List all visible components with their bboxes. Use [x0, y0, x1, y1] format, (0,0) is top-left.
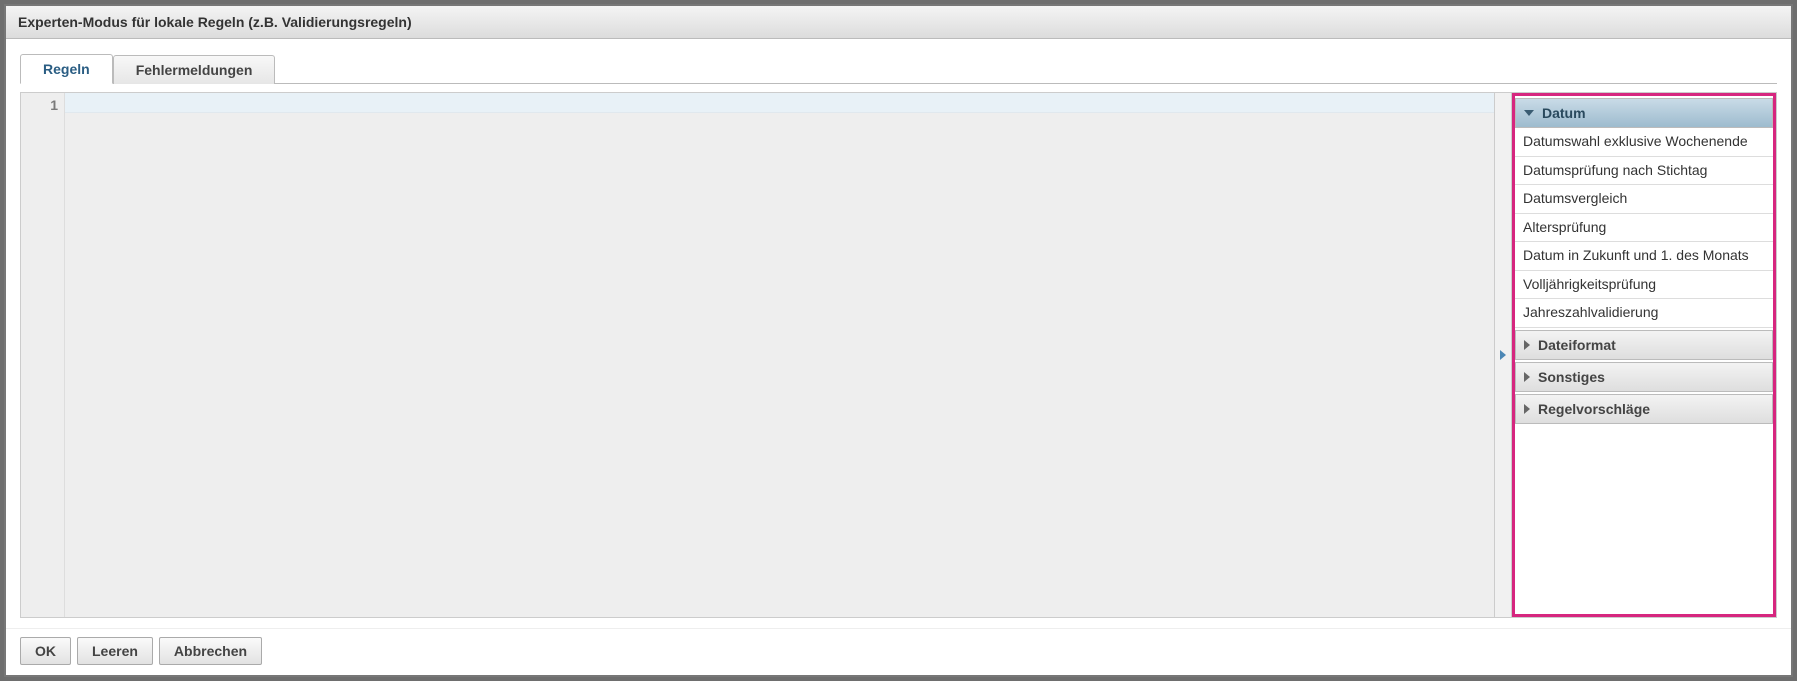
dialog-footer: OK Leeren Abbrechen [6, 628, 1791, 675]
rule-side-panel: Datum Datumswahl exklusive Wochenende Da… [1512, 93, 1776, 617]
line-number: 1 [27, 95, 58, 115]
ok-button[interactable]: OK [20, 637, 71, 665]
dialog-title: Experten-Modus für lokale Regeln (z.B. V… [6, 6, 1791, 39]
accordion-label: Dateiformat [1538, 337, 1616, 353]
rule-item[interactable]: Datumswahl exklusive Wochenende [1515, 128, 1773, 157]
accordion-body-datum: Datumswahl exklusive Wochenende Datumspr… [1515, 128, 1773, 328]
chevron-right-icon [1524, 372, 1530, 382]
rule-item[interactable]: Datum in Zukunft und 1. des Monats [1515, 242, 1773, 271]
tabstrip: Regeln Fehlermeldungen [20, 53, 1777, 84]
accordion-label: Datum [1542, 105, 1586, 121]
accordion-header-datum[interactable]: Datum [1515, 98, 1773, 128]
workspace: 1 Datum Datumswahl exklusive Wochenende … [20, 92, 1777, 618]
clear-button[interactable]: Leeren [77, 637, 153, 665]
accordion-header-dateiformat[interactable]: Dateiformat [1515, 330, 1773, 360]
rule-item[interactable]: Datumsprüfung nach Stichtag [1515, 157, 1773, 186]
expand-icon [1500, 350, 1506, 360]
splitter-handle[interactable] [1494, 93, 1512, 617]
chevron-right-icon [1524, 404, 1530, 414]
accordion-label: Regelvorschläge [1538, 401, 1650, 417]
tab-errors[interactable]: Fehlermeldungen [113, 55, 276, 84]
rule-editor[interactable]: 1 [21, 93, 1494, 617]
accordion-header-sonstiges[interactable]: Sonstiges [1515, 362, 1773, 392]
line-gutter: 1 [21, 93, 65, 617]
chevron-right-icon [1524, 340, 1530, 350]
code-area[interactable] [65, 93, 1494, 617]
accordion-header-vorschlaege[interactable]: Regelvorschläge [1515, 394, 1773, 424]
rule-item[interactable]: Jahreszahlvalidierung [1515, 299, 1773, 328]
chevron-down-icon [1524, 110, 1534, 116]
accordion-label: Sonstiges [1538, 369, 1605, 385]
rule-item[interactable]: Datumsvergleich [1515, 185, 1773, 214]
cancel-button[interactable]: Abbrechen [159, 637, 262, 665]
rule-item[interactable]: Altersprüfung [1515, 214, 1773, 243]
active-line-highlight [65, 93, 1494, 113]
tab-rules[interactable]: Regeln [20, 54, 113, 84]
dialog-content: Regeln Fehlermeldungen 1 Datum [6, 39, 1791, 628]
rule-item[interactable]: Volljährigkeitsprüfung [1515, 271, 1773, 300]
dialog-window: Experten-Modus für lokale Regeln (z.B. V… [4, 4, 1793, 677]
